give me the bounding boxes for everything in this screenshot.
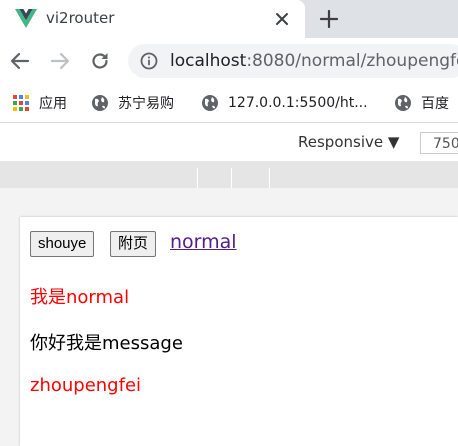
bookmark-label: 127.0.0.1:5500/ht...: [228, 95, 368, 111]
ruler-divider: [269, 168, 270, 188]
url-host: localhost: [170, 51, 247, 71]
device-mode-select[interactable]: Responsive ▼: [298, 133, 399, 151]
media-query-bar[interactable]: [0, 162, 458, 188]
url-path: :8080/normal/zhoupengfei: [246, 51, 458, 71]
bookmark-localhost[interactable]: 127.0.0.1:5500/ht...: [201, 92, 368, 114]
message-text: 你好我是message: [30, 333, 183, 354]
shouye-button[interactable]: shouye: [30, 231, 95, 257]
bookmark-label: 应用: [39, 96, 67, 112]
tab-title: vi2router: [46, 9, 115, 27]
tab-active[interactable]: vi2router: [0, 0, 305, 38]
arrow-left-icon[interactable]: [8, 49, 32, 73]
browser-toolbar: localhost:8080/normal/zhoupengfei: [0, 38, 458, 84]
arrow-right-icon[interactable]: [48, 49, 72, 73]
ruler-divider: [197, 168, 198, 188]
info-icon[interactable]: [140, 52, 158, 70]
normal-link[interactable]: normal: [170, 231, 237, 253]
fuye-button[interactable]: 附页: [110, 231, 157, 257]
bookmark-label: 百度: [421, 96, 449, 112]
browser-window: vi2router localhost:8080/normal/zhoupeng…: [0, 0, 458, 446]
normal-text: 我是normal: [30, 287, 130, 308]
globe-icon: [395, 95, 411, 111]
vue-logo-icon: [15, 9, 37, 29]
param-text: zhoupengfei: [30, 375, 142, 396]
close-icon[interactable]: [271, 8, 293, 30]
bookmarks-bar: 应用 苏宁易购 127.0.0.1:5500/ht... 百度: [0, 84, 458, 123]
device-width-input[interactable]: 750: [420, 132, 458, 154]
page-viewport: shouye 附页 normal 我是normal 你好我是message zh…: [20, 217, 458, 446]
globe-icon: [202, 95, 218, 111]
plus-icon[interactable]: [317, 7, 341, 31]
url-text: localhost:8080/normal/zhoupengfei: [170, 51, 458, 71]
bookmark-label: 苏宁易购: [118, 96, 174, 112]
tab-strip: vi2router: [0, 0, 458, 38]
bookmark-suning[interactable]: 苏宁易购: [91, 92, 174, 114]
device-toolbar: Responsive ▼ 750: [0, 123, 458, 162]
apps-grid-icon: [13, 95, 29, 111]
bookmark-apps[interactable]: 应用: [12, 92, 67, 114]
globe-icon: [92, 95, 108, 111]
reload-icon[interactable]: [88, 49, 112, 73]
bookmark-baidu[interactable]: 百度: [394, 92, 449, 114]
ruler-divider: [231, 168, 232, 188]
address-bar[interactable]: localhost:8080/normal/zhoupengfei: [128, 44, 458, 78]
